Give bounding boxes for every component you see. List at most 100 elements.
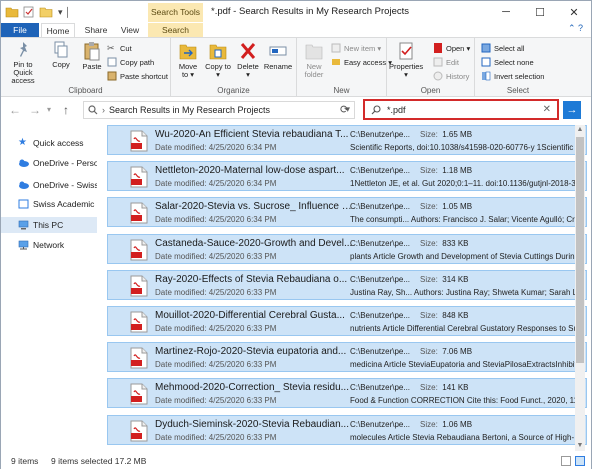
pdf-icon	[434, 43, 442, 53]
file-row[interactable]: Martinez-Rojo-2020-Stevia eupatoria and.…	[107, 342, 587, 373]
new-folder-button[interactable]: New folder	[299, 41, 329, 79]
file-path: C:\Benutzer\pe...	[350, 311, 411, 320]
file-list: Wu-2020-An Efficient Stevia rebaudiana T…	[105, 123, 587, 453]
file-size: Size: 848 KB	[420, 311, 469, 320]
file-name: Castaneda-Sauce-2020-Growth and Devel...	[155, 237, 353, 249]
file-row[interactable]: Mehmood-2020-Correction_ Stevia residu..…	[107, 378, 587, 409]
properties-icon[interactable]	[22, 6, 36, 18]
file-path: C:\Benutzer\pe...	[350, 383, 411, 393]
file-metadata: The consumpti... Authors: Francisco J. S…	[350, 215, 586, 225]
tab-share[interactable]: Share	[79, 23, 113, 37]
new-folder-icon[interactable]	[39, 6, 53, 18]
copy-button[interactable]: Copy	[49, 41, 73, 69]
scroll-down-icon[interactable]: ▼	[575, 441, 585, 451]
easy-access-icon	[332, 59, 340, 65]
refresh-button[interactable]: ⟳	[340, 103, 349, 116]
pdf-file-icon	[130, 311, 148, 333]
open-button[interactable]: Open ▾	[433, 42, 470, 54]
file-name: Mouillot-2020-Differential Cerebral Gust…	[155, 310, 345, 321]
file-size: Size: 1.05 MB	[420, 202, 473, 212]
file-row[interactable]: Ray-2020-Effects of Stevia Rebaudiana o.…	[107, 269, 587, 300]
qa-dropdown-icon[interactable]: ▾ │	[58, 7, 71, 18]
file-name: Salar-2020-Stevia vs. Sucrose_ Influence…	[155, 201, 353, 213]
new-item-button[interactable]: New item ▾	[331, 42, 381, 54]
edit-icon	[433, 57, 443, 67]
file-date: Date modified: 4/25/2020 6:34 PM	[155, 215, 277, 225]
copy-to-button[interactable]: Copy to ▾	[205, 41, 231, 79]
address-bar[interactable]: › Search Results in My Research Projects…	[83, 101, 355, 119]
invert-selection-button[interactable]: Invert selection	[481, 70, 544, 82]
search-box[interactable]: *.pdf ✕	[363, 99, 559, 120]
forward-button[interactable]: →	[29, 103, 41, 117]
select-group-label: Select	[506, 86, 530, 95]
scroll-thumb[interactable]	[576, 137, 584, 363]
minimize-button[interactable]: ─	[489, 1, 523, 23]
file-size: Size: 833 KB	[420, 238, 469, 248]
history-button[interactable]: History	[433, 70, 469, 82]
properties-button[interactable]: Properties ▾	[389, 41, 423, 79]
explorer-window: ▾ │ Search Tools *.pdf - Search Results …	[0, 0, 592, 469]
nav-onedrive-swiss[interactable]: OneDrive - Swiss A	[1, 177, 97, 193]
selection-info: 9 items selected 17.2 MB	[51, 456, 147, 466]
nav-onedrive-personal[interactable]: OneDrive - Person	[1, 155, 97, 171]
search-go-button[interactable]: →	[563, 101, 581, 119]
move-to-button[interactable]: Move to ▾	[175, 41, 201, 79]
vertical-scrollbar[interactable]: ▲ ▼	[575, 125, 585, 451]
search-input[interactable]: *.pdf	[387, 105, 406, 115]
back-button[interactable]: ←	[9, 103, 21, 117]
file-date: Date modified: 4/25/2020 6:33 PM	[155, 324, 277, 333]
copy-path-button[interactable]: Copy path	[107, 56, 154, 68]
file-row[interactable]: Castaneda-Sauce-2020-Growth and Devel...…	[107, 233, 587, 264]
file-date: Date modified: 4/25/2020 6:33 PM	[155, 287, 277, 297]
file-row[interactable]: Nettleton-2020-Maternal low-dose aspart.…	[107, 161, 587, 192]
content-view-icon[interactable]	[575, 456, 585, 466]
pdf-file-icon	[130, 130, 148, 152]
clear-search-icon[interactable]: ✕	[543, 104, 551, 115]
close-button[interactable]: ✕	[557, 1, 591, 23]
file-metadata: medicina Article SteviaEupatoria and Ste…	[350, 360, 586, 370]
new-group-label: New	[333, 86, 350, 95]
help-icon[interactable]: ⌃ ?	[568, 23, 583, 34]
file-row[interactable]: Salar-2020-Stevia vs. Sucrose_ Influence…	[107, 197, 587, 228]
scroll-up-icon[interactable]: ▲	[575, 125, 585, 135]
nav-this-pc[interactable]: This PC	[1, 217, 97, 233]
file-date: Date modified: 4/25/2020 6:33 PM	[155, 251, 277, 261]
details-view-icon[interactable]	[561, 456, 571, 466]
file-row[interactable]: Wu-2020-An Efficient Stevia rebaudiana T…	[107, 125, 587, 155]
nav-network[interactable]: Network	[1, 237, 97, 253]
tab-search[interactable]: Search	[148, 23, 203, 37]
easy-access-button[interactable]: Easy access ▾	[331, 56, 392, 68]
tab-view[interactable]: View	[115, 23, 145, 37]
pin-icon	[20, 42, 27, 57]
file-size: Size: 1.06 MB	[420, 419, 473, 429]
select-none-button[interactable]: Select none	[481, 56, 534, 68]
file-name: Martinez-Rojo-2020-Stevia eupatoria and.…	[155, 346, 347, 358]
rename-icon	[269, 46, 287, 56]
file-metadata: molecules Article Stevia Rebaudiana Bert…	[350, 432, 586, 442]
file-row[interactable]: Mouillot-2020-Differential Cerebral Gust…	[107, 306, 587, 336]
tab-home[interactable]: Home	[41, 23, 75, 37]
delete-button[interactable]: Delete ▾	[235, 41, 261, 79]
recent-locations-button[interactable]: ▾	[47, 105, 51, 114]
cloud-icon	[19, 181, 29, 189]
file-name: Ray-2020-Effects of Stevia Rebaudiana o.…	[155, 273, 348, 285]
pdf-file-icon	[130, 275, 148, 297]
rename-button[interactable]: Rename	[263, 41, 293, 71]
cut-button[interactable]: ✂ Cut	[107, 42, 132, 54]
edit-button[interactable]: Edit	[433, 56, 459, 68]
up-button[interactable]: ↑	[63, 103, 69, 117]
pin-quick-access-button[interactable]: Pin to Quick access	[4, 41, 42, 85]
clipboard-group: Pin to Quick access Copy Paste ✂ Cut Cop…	[1, 38, 171, 96]
title-bar: ▾ │ Search Tools *.pdf - Search Results …	[1, 1, 591, 23]
nav-swiss-academic[interactable]: Swiss Academic Sc	[1, 196, 97, 212]
new-item-icon	[331, 43, 341, 53]
file-row[interactable]: Dyduch-Sieminsk-2020-Stevia Rebaudian...…	[107, 414, 587, 445]
delete-icon	[240, 43, 256, 59]
select-all-button[interactable]: Select all	[481, 42, 524, 54]
tab-file[interactable]: File	[1, 23, 39, 37]
maximize-button[interactable]: ☐	[523, 1, 557, 23]
paste-button[interactable]: Paste	[78, 41, 106, 71]
nav-quick-access[interactable]: ★ Quick access	[1, 135, 97, 151]
file-size: Size: 1.65 MB	[420, 130, 473, 139]
paste-shortcut-button[interactable]: Paste shortcut	[107, 70, 168, 82]
